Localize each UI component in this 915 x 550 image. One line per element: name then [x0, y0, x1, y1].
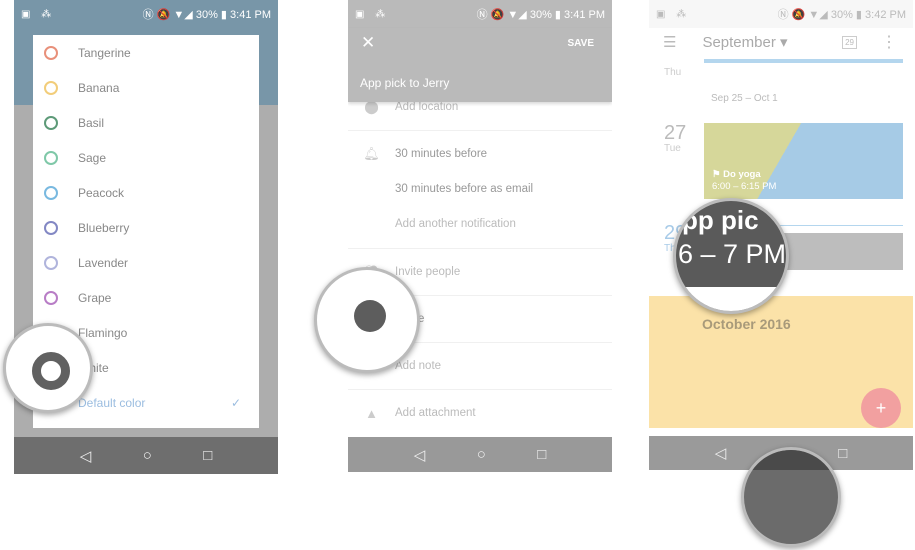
event-bar[interactable]: [704, 59, 903, 63]
event-title[interactable]: App pick to Jerry: [360, 76, 449, 90]
color-option-label: Basil: [78, 115, 105, 130]
battery-level: 30%: [529, 9, 552, 21]
color-ring-icon: [44, 115, 58, 130]
color-option-label: Lavender: [78, 256, 129, 271]
magnified-event-time: 6 – 7 PM: [678, 239, 787, 269]
magnifier-event: pp pic 6 – 7 PM: [673, 198, 789, 314]
weekday-label: Tue: [664, 143, 681, 154]
color-option-blueberry[interactable]: Blueberry: [33, 210, 259, 245]
color-option-label: Flamingo: [78, 326, 128, 341]
invite-label: Invite people: [395, 266, 461, 278]
add-event-button[interactable]: +: [861, 388, 901, 428]
color-option-label: Sage: [78, 150, 107, 165]
event-card-yoga[interactable]: ⚑ Do yoga 6:00 – 6:15 PM: [704, 123, 903, 199]
ring-icon: [32, 352, 70, 390]
battery-level: 30%: [195, 9, 218, 21]
nav-bar: ◁ ○ □: [14, 437, 278, 474]
recents-button[interactable]: □: [838, 445, 847, 462]
weekday-label: Thu: [664, 67, 682, 78]
color-ring-icon: [44, 185, 58, 200]
month-selector[interactable]: September ▾: [702, 33, 787, 51]
today-button[interactable]: 29: [842, 35, 857, 49]
battery-level: 30%: [830, 9, 853, 21]
clock: 3:42 PM: [865, 9, 906, 21]
event-edit-screen: ▣ ⁂ Ⓝ 🔕 ▼◢ 30% ▮ 3:41 PM ✕ SAVE App pick …: [348, 0, 612, 474]
checkmark-icon: ✓: [230, 396, 241, 411]
magnifier-home-button: [741, 447, 841, 547]
attachment-label: Add attachment: [395, 407, 476, 419]
bell-icon: 🔔︎: [363, 146, 380, 161]
back-button[interactable]: ◁: [715, 444, 727, 462]
back-button[interactable]: ◁: [414, 446, 426, 464]
divider: [348, 389, 612, 390]
calendar-toolbar: ☰ September ▾ 29 ⋮: [649, 28, 913, 56]
back-button[interactable]: ◁: [80, 447, 92, 465]
magnifier-color-ring: [3, 323, 93, 413]
color-option-label: Banana: [78, 80, 120, 95]
month-banner: October 2016 +: [649, 296, 913, 428]
month-banner-title: October 2016: [702, 316, 791, 332]
home-button[interactable]: ○: [477, 446, 486, 463]
recents-button[interactable]: □: [203, 447, 212, 464]
notification-email-label: 30 minutes before as email: [395, 183, 534, 195]
clock: 3:41 PM: [230, 9, 271, 21]
notification-label: 30 minutes before: [395, 148, 488, 160]
location-label: Add location: [395, 101, 459, 113]
color-ring-icon: [44, 45, 58, 60]
color-option-label: Blueberry: [78, 221, 130, 236]
color-option-tangerine[interactable]: Tangerine: [33, 35, 259, 70]
color-option-label: Default color: [78, 396, 146, 411]
color-option-sage[interactable]: Sage: [33, 140, 259, 175]
magnified-event-title: pp pic: [682, 205, 759, 235]
nav-bar: ◁ ○ □: [348, 437, 612, 472]
color-ring-icon: [44, 221, 58, 236]
status-bar: ▣ ⁂ Ⓝ 🔕 ▼◢ 30% ▮ 3:41 PM: [14, 0, 278, 28]
color-ring-icon: [44, 80, 58, 95]
color-ring-icon: [44, 150, 58, 165]
color-option-label: Tangerine: [78, 45, 131, 60]
color-option-label: Grape: [78, 291, 112, 306]
note-label: Add note: [395, 360, 442, 372]
notification-row[interactable]: 🔔︎ 30 minutes before: [348, 144, 612, 164]
add-notification-label: Add another notification: [395, 218, 516, 230]
edit-header: ✕ SAVE App pick to Jerry: [348, 28, 612, 102]
menu-icon[interactable]: ☰: [663, 33, 676, 51]
divider: [348, 248, 612, 249]
notification-email-row[interactable]: 30 minutes before as email: [348, 179, 612, 199]
more-options-icon[interactable]: ⋮: [881, 32, 897, 52]
status-bar: ▣ ⁂ Ⓝ 🔕 ▼◢ 30% ▮ 3:41 PM: [348, 0, 612, 28]
week-range: Sep 25 – Oct 1: [711, 93, 778, 104]
clock: 3:41 PM: [564, 9, 605, 21]
save-button[interactable]: SAVE: [568, 38, 595, 49]
event-time: 6:00 – 6:15 PM: [712, 181, 777, 192]
drive-icon: ▲: [365, 405, 378, 421]
color-option-peacock[interactable]: Peacock: [33, 175, 259, 210]
color-dot-icon: [354, 300, 386, 332]
status-bar: ▣ ⁂ Ⓝ 🔕 ▼◢ 30% ▮ 3:42 PM: [649, 0, 913, 28]
day-number: 27: [664, 122, 687, 144]
color-option-grape[interactable]: Grape: [33, 281, 259, 316]
home-button[interactable]: ○: [143, 447, 152, 464]
attachment-row[interactable]: ▲ Add attachment: [348, 403, 612, 423]
month-label: September: [702, 34, 776, 51]
color-option-lavender[interactable]: Lavender: [33, 246, 259, 281]
divider: [348, 130, 612, 131]
color-option-basil[interactable]: Basil: [33, 105, 259, 140]
event-title: Do yoga: [723, 169, 761, 180]
add-notification-row[interactable]: Add another notification: [348, 214, 612, 234]
color-option-label: Peacock: [78, 185, 125, 200]
color-ring-icon: [44, 291, 58, 306]
close-icon[interactable]: ✕: [361, 33, 375, 53]
magnifier-color-dot: [314, 267, 420, 373]
color-option-banana[interactable]: Banana: [33, 70, 259, 105]
color-ring-icon: [44, 256, 58, 271]
recents-button[interactable]: □: [537, 446, 546, 463]
